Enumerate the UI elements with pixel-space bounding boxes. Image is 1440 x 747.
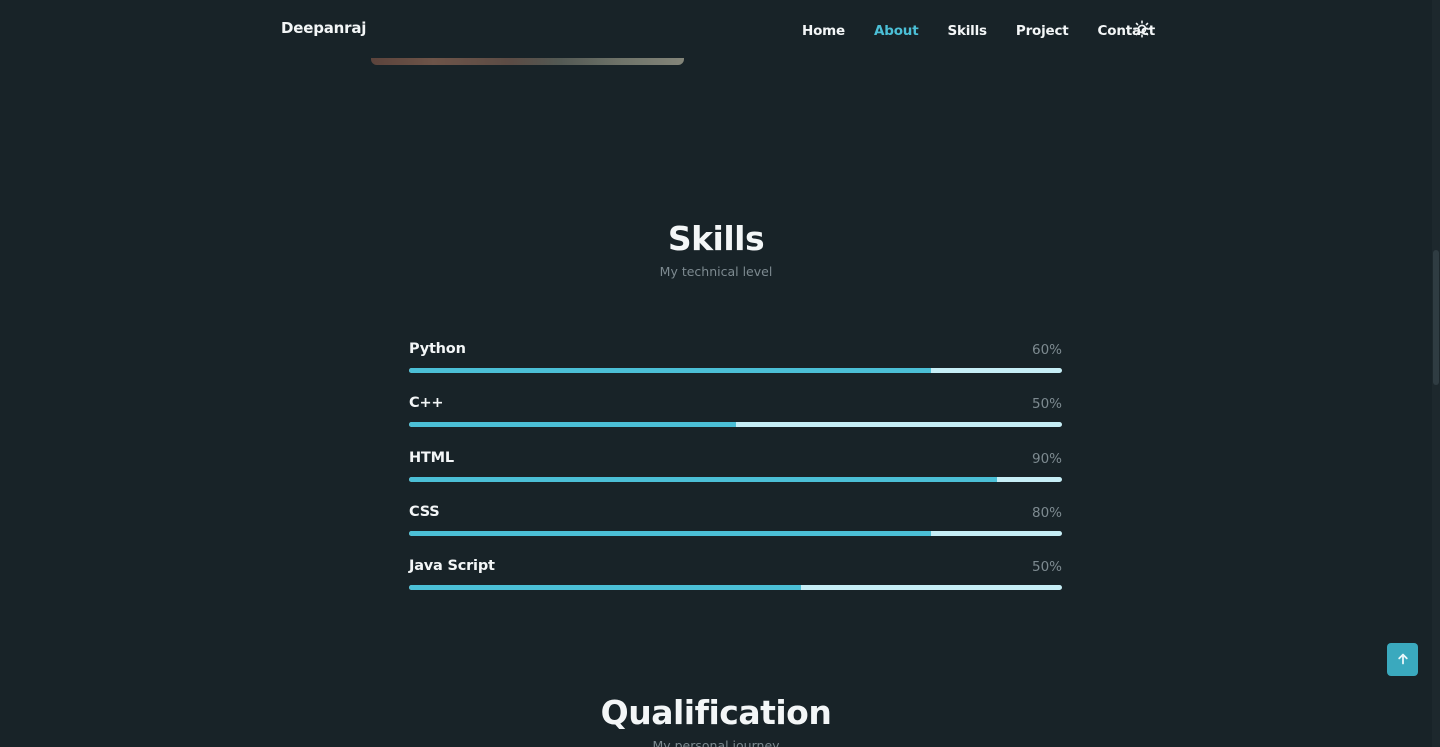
site-header: Deepanraj Home About Skills Project Cont… (0, 0, 1432, 58)
skill-bar-fill (409, 585, 801, 591)
skill-css: CSS 80% (409, 503, 1062, 557)
arrow-up-icon (1397, 650, 1409, 669)
skill-bar-fill (409, 422, 736, 428)
skill-bar (409, 422, 1062, 428)
skill-bar (409, 585, 1062, 591)
nav-home[interactable]: Home (802, 23, 845, 39)
skill-name: Python (409, 341, 466, 357)
portfolio-page: Deepanraj Home About Skills Project Cont… (0, 0, 1440, 747)
page-scrollbar[interactable] (1432, 0, 1440, 747)
skills-list: Python 60% C++ 50% HTML 90% CSS 80% Java… (409, 340, 1062, 611)
site-logo[interactable]: Deepanraj (281, 19, 366, 37)
skill-percent: 50% (1031, 396, 1062, 413)
main-nav: Home About Skills Project Contact (802, 20, 1184, 39)
scrollbar-thumb[interactable] (1433, 250, 1439, 385)
skill-python: Python 60% (409, 340, 1062, 394)
skills-subtitle: My technical level (659, 264, 773, 279)
sun-icon[interactable] (1133, 20, 1151, 38)
skill-bar-fill (409, 530, 932, 536)
skill-name: CSS (409, 503, 440, 520)
scroll-up-button[interactable] (1387, 643, 1418, 676)
nav-project[interactable]: Project (1016, 23, 1069, 39)
skill-percent: 60% (1031, 342, 1062, 358)
skill-percent: 50% (1031, 559, 1062, 576)
skill-percent: 80% (1031, 504, 1062, 521)
skill-html: HTML 90% (409, 449, 1062, 503)
skill-bar (409, 476, 1062, 482)
nav-skills[interactable]: Skills (947, 23, 987, 39)
skill-percent: 90% (1031, 450, 1062, 467)
skill-javascript: Java Script 50% (409, 557, 1062, 611)
qualification-subtitle: My personal journey (652, 738, 780, 747)
skill-bar (409, 368, 1062, 373)
skill-bar-fill (409, 368, 932, 373)
skill-name: Java Script (409, 558, 495, 575)
skill-name: C++ (409, 395, 444, 412)
skill-bar-fill (409, 476, 997, 482)
nav-about[interactable]: About (874, 23, 919, 39)
skill-cpp: C++ 50% (409, 394, 1062, 448)
skills-title: Skills (667, 219, 765, 258)
qualification-title: Qualification (600, 693, 832, 732)
skill-name: HTML (409, 449, 454, 466)
skill-bar (409, 530, 1062, 536)
